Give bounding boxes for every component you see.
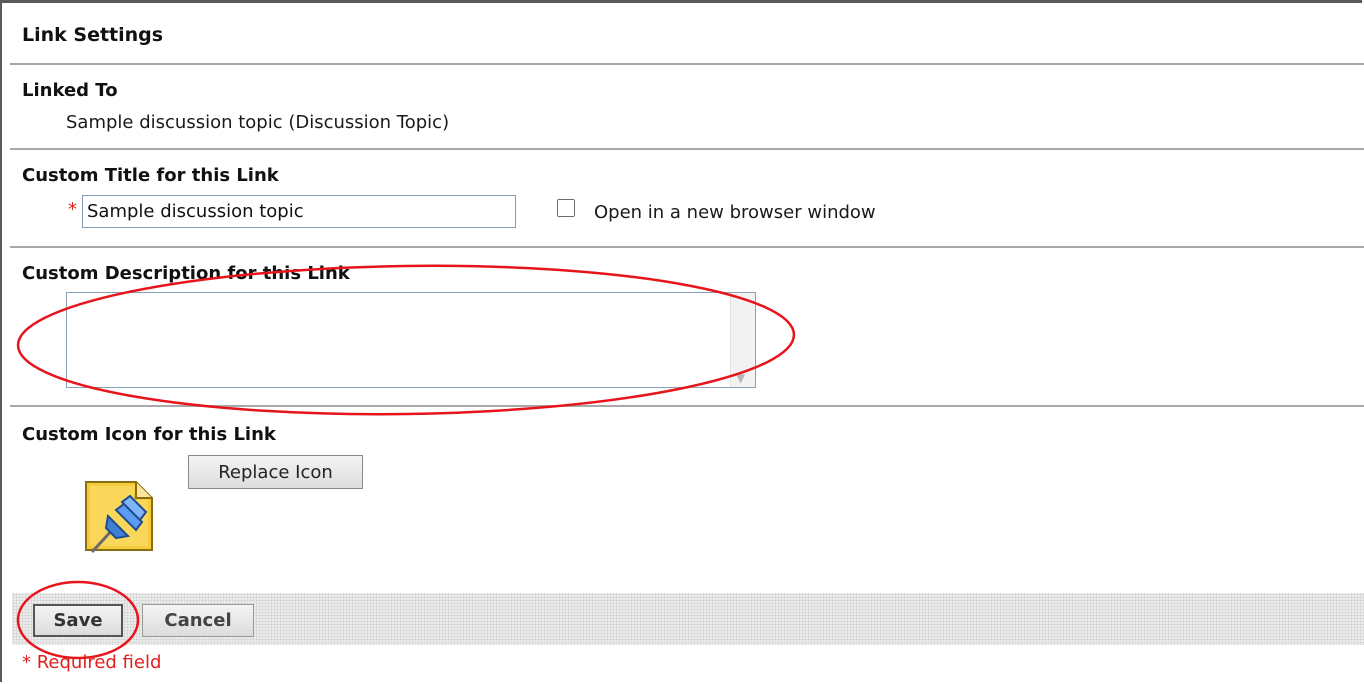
replace-icon-button[interactable]: Replace Icon (188, 455, 363, 489)
open-new-window-checkbox[interactable] (557, 199, 575, 217)
scroll-down-arrow-icon[interactable]: ▼ (736, 371, 745, 385)
divider (10, 246, 1364, 248)
linked-to-heading: Linked To (22, 80, 118, 101)
textarea-scrollbar[interactable]: ▼ (730, 293, 755, 387)
divider (10, 405, 1364, 407)
required-marker: * (68, 199, 77, 220)
custom-title-input[interactable] (82, 195, 516, 228)
divider (10, 148, 1364, 150)
custom-description-heading: Custom Description for this Link (22, 263, 350, 284)
custom-icon-heading: Custom Icon for this Link (22, 424, 276, 445)
cancel-button[interactable]: Cancel (142, 604, 254, 637)
required-field-note: * Required field (22, 652, 162, 673)
save-button[interactable]: Save (33, 604, 123, 637)
page-title: Link Settings (22, 24, 164, 46)
custom-title-heading: Custom Title for this Link (22, 165, 279, 186)
divider (10, 63, 1364, 65)
open-new-window-label: Open in a new browser window (594, 202, 876, 223)
custom-description-textarea[interactable]: ▼ (66, 292, 756, 388)
linked-to-value: Sample discussion topic (Discussion Topi… (66, 112, 450, 133)
pushpin-document-icon (85, 481, 153, 554)
